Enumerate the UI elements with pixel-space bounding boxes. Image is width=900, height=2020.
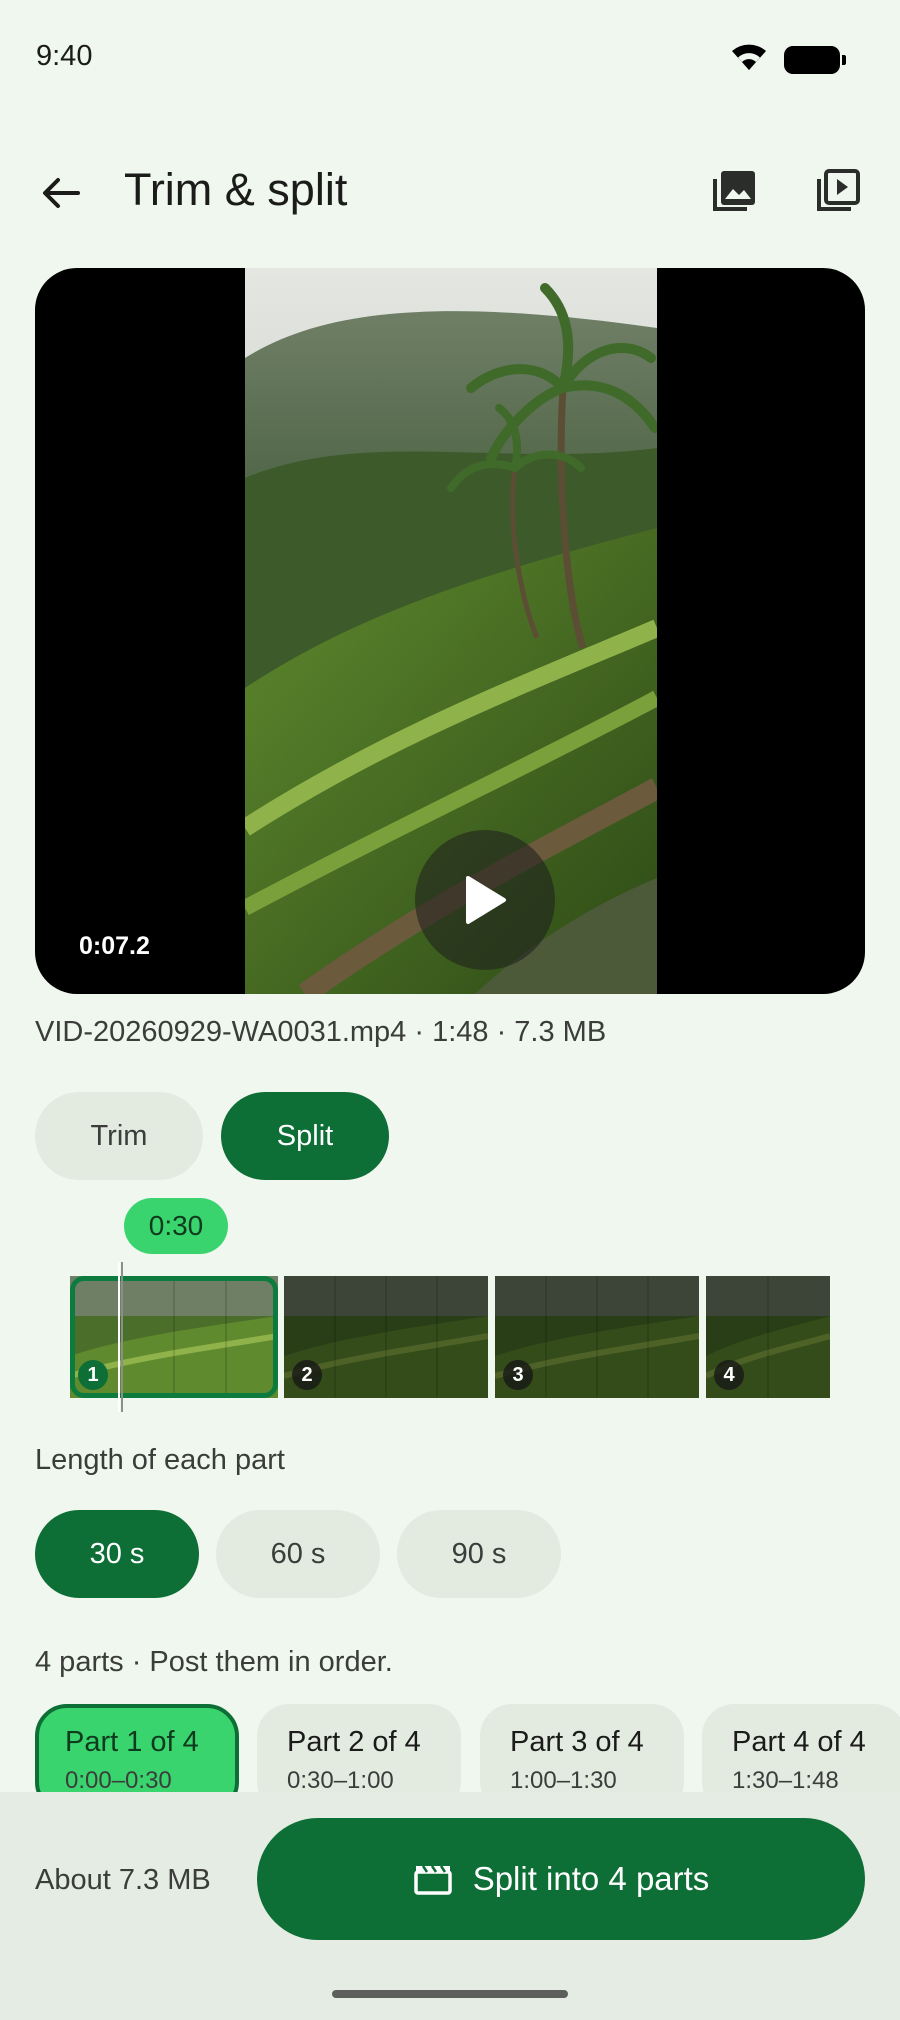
estimated-size: About 7.3 MB bbox=[35, 1864, 211, 1896]
clapperboard-icon bbox=[413, 1865, 452, 1895]
length-chip-30s[interactable]: 30 s bbox=[35, 1510, 199, 1598]
battery-icon bbox=[784, 45, 846, 74]
part-card-title: Part 2 of 4 bbox=[287, 1726, 421, 1758]
length-chip-90s[interactable]: 90 s bbox=[397, 1510, 561, 1598]
back-button[interactable] bbox=[36, 168, 86, 218]
filmstrip-part-2[interactable]: 2 bbox=[284, 1276, 488, 1398]
split-button[interactable]: Split into 4 parts bbox=[257, 1818, 865, 1940]
play-button[interactable] bbox=[415, 830, 555, 970]
part-card-title: Part 4 of 4 bbox=[732, 1726, 866, 1758]
page-title: Trim & split bbox=[124, 164, 348, 215]
tab-trim[interactable]: Trim bbox=[35, 1092, 203, 1180]
playhead-time-bubble: 0:30 bbox=[124, 1198, 228, 1254]
filmstrip-part-4[interactable]: 4 bbox=[706, 1276, 830, 1398]
wifi-icon bbox=[730, 42, 768, 77]
video-library-button[interactable] bbox=[810, 162, 866, 218]
home-indicator[interactable] bbox=[332, 1990, 568, 1998]
status-icons bbox=[730, 42, 846, 77]
part-badge: 3 bbox=[503, 1360, 533, 1390]
playback-timecode: 0:07.2 bbox=[79, 932, 150, 960]
gallery-button[interactable] bbox=[706, 162, 762, 218]
length-chip-60s[interactable]: 60 s bbox=[216, 1510, 380, 1598]
filmstrip-part-1[interactable]: 1 bbox=[70, 1276, 278, 1398]
filmstrip-part-3[interactable]: 3 bbox=[495, 1276, 699, 1398]
tab-split[interactable]: Split bbox=[221, 1092, 389, 1180]
part-badge: 4 bbox=[714, 1360, 744, 1390]
part-card-range: 0:30–1:00 bbox=[287, 1767, 394, 1794]
gallery-icon bbox=[713, 171, 755, 211]
play-icon bbox=[466, 876, 506, 924]
filmstrip[interactable]: 1 2 3 4 bbox=[70, 1276, 830, 1398]
part-card-title: Part 3 of 4 bbox=[510, 1726, 644, 1758]
app-bar: Trim & split bbox=[0, 150, 900, 230]
parts-hint: 4 parts · Post them in order. bbox=[35, 1646, 393, 1678]
length-label: Length of each part bbox=[35, 1444, 285, 1476]
video-library-icon bbox=[817, 169, 860, 211]
split-button-label: Split into 4 parts bbox=[472, 1860, 710, 1897]
playhead-handle[interactable] bbox=[118, 1262, 126, 1412]
status-time: 9:40 bbox=[36, 40, 93, 72]
part-badge: 1 bbox=[78, 1360, 108, 1390]
part-card-range: 0:00–0:30 bbox=[65, 1767, 172, 1794]
part-card-title: Part 1 of 4 bbox=[65, 1726, 199, 1758]
file-info: VID-20260929-WA0031.mp4 · 1:48 · 7.3 MB bbox=[35, 1016, 607, 1048]
part-card-range: 1:00–1:30 bbox=[510, 1767, 617, 1794]
back-arrow-icon bbox=[43, 178, 80, 208]
part-badge: 2 bbox=[292, 1360, 322, 1390]
part-card-range: 1:30–1:48 bbox=[732, 1767, 839, 1794]
video-preview[interactable] bbox=[35, 268, 865, 994]
